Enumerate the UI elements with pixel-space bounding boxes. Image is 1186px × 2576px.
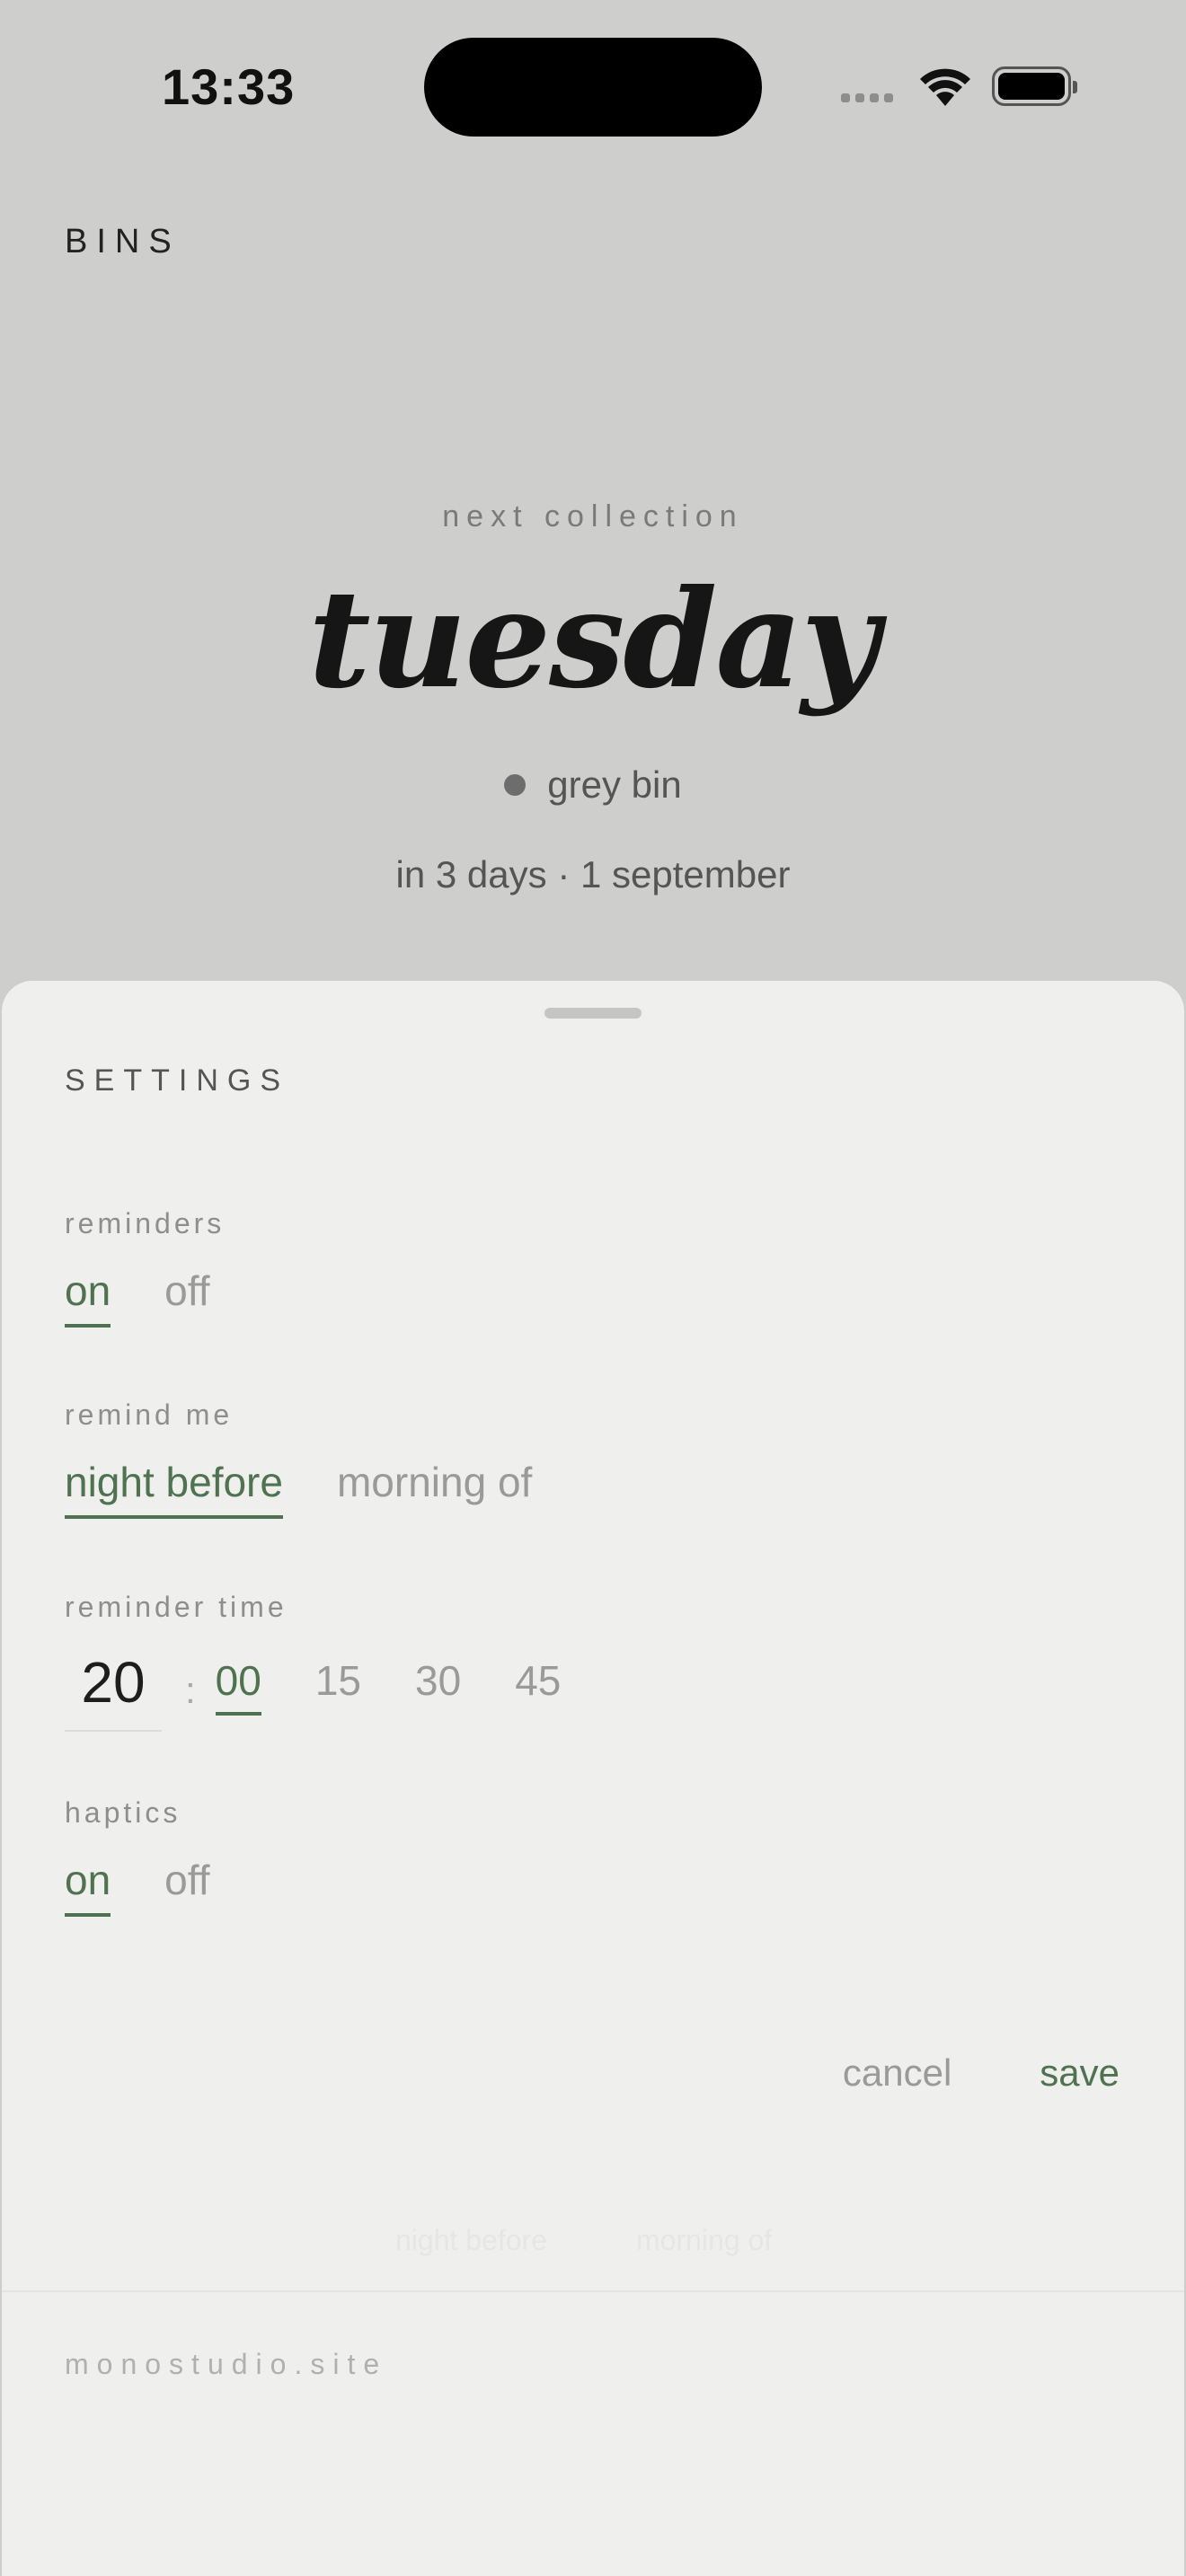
footer-site-link[interactable]: monostudio.site [65,2348,387,2381]
reminder-hour-input[interactable]: 20 [65,1649,162,1732]
minute-options: 00 15 30 45 [215,1656,561,1732]
collection-countdown: in 3 days · 1 september [395,853,791,895]
collection-day: tuesday [308,560,879,719]
time-separator: : [185,1669,196,1711]
reminder-time-picker: 20 : 00 15 30 45 [65,1649,561,1732]
faded-option-morning-of: morning of [636,2224,773,2256]
dynamic-island [424,38,762,137]
bin-type: grey bin [0,763,1186,807]
reminders-on-option[interactable]: on [65,1266,111,1328]
battery-icon [992,66,1077,106]
minute-option-30[interactable]: 30 [415,1656,461,1716]
cellular-signal-icon [841,93,893,102]
sheet-drag-handle[interactable] [544,1008,642,1019]
reminders-toggle: on off [65,1266,209,1328]
remind-me-toggle: night before morning of [65,1458,532,1519]
haptics-on-option[interactable]: on [65,1856,111,1917]
minute-option-45[interactable]: 45 [515,1656,561,1716]
settings-actions: cancel save [843,2051,1120,2095]
bin-color-dot [504,774,527,796]
faded-option-night-before: night before [395,2224,548,2256]
minute-option-15[interactable]: 15 [315,1656,361,1716]
footer-divider [2,2290,1184,2292]
save-button[interactable]: save [1040,2051,1120,2095]
status-time: 13:33 [162,58,296,115]
cancel-button[interactable]: cancel [843,2051,951,2095]
haptics-off-option[interactable]: off [164,1856,209,1917]
remind-night-before-option[interactable]: night before [65,1458,283,1519]
remind-me-label: remind me [65,1398,234,1431]
wifi-icon [920,68,970,106]
reminders-off-option[interactable]: off [164,1266,209,1328]
reminder-time-label: reminder time [65,1591,288,1623]
haptics-toggle: on off [65,1856,209,1917]
next-collection-label: next collection [442,499,744,534]
remind-morning-of-option[interactable]: morning of [337,1458,532,1519]
app-title: BINS [65,223,181,260]
reminders-label: reminders [65,1207,226,1239]
bin-name: grey bin [547,763,682,806]
minute-option-00[interactable]: 00 [215,1656,261,1716]
settings-title: SETTINGS [65,1063,290,1098]
haptics-label: haptics [65,1796,181,1829]
